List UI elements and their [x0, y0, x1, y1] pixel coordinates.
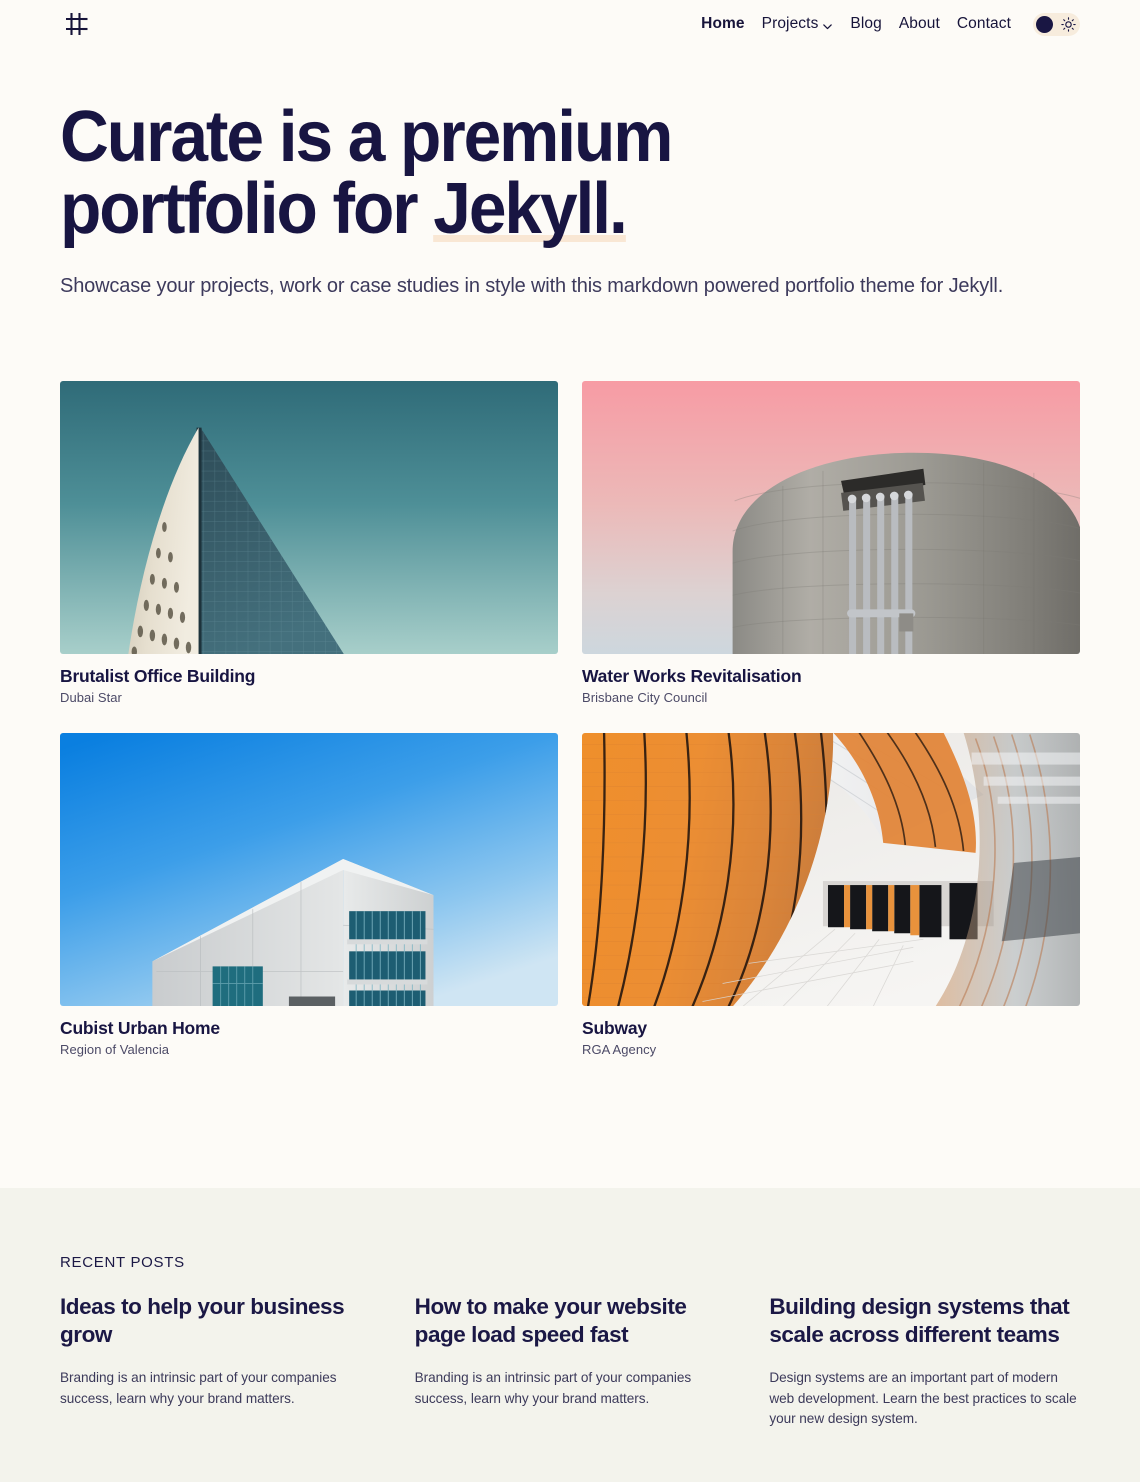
nav-item-home-label: Home: [701, 15, 745, 32]
post-card[interactable]: How to make your website page load speed…: [415, 1293, 726, 1430]
theme-toggle[interactable]: [1033, 12, 1080, 36]
project-thumbnail-cubist-urban-home[interactable]: [60, 733, 558, 1006]
project-card[interactable]: Brutalist Office Building Dubai Star: [60, 381, 558, 705]
recent-posts-label: RECENT POSTS: [60, 1254, 185, 1271]
nav-item-about-label: About: [898, 15, 940, 32]
project-card[interactable]: Subway RGA Agency: [582, 733, 1080, 1057]
nav-item-about[interactable]: About: [899, 15, 940, 33]
post-card[interactable]: Building design systems that scale acros…: [769, 1293, 1080, 1430]
project-thumbnail-subway[interactable]: [582, 733, 1080, 1006]
nav-item-blog[interactable]: Blog: [850, 15, 881, 33]
project-card[interactable]: Water Works Revitalisation Brisbane City…: [582, 381, 1080, 705]
nav-item-home[interactable]: Home: [701, 15, 744, 33]
project-title: Water Works Revitalisation: [582, 666, 802, 686]
post-title[interactable]: Ideas to help your business grow: [60, 1293, 371, 1349]
curate-logo-icon[interactable]: [60, 7, 94, 41]
project-client: Brisbane City Council: [582, 690, 708, 705]
site-header: Home Projects Blog About Contact: [0, 0, 1140, 48]
nav-item-contact[interactable]: Contact: [957, 15, 1011, 33]
project-thumbnail-brutalist-office-building[interactable]: [60, 381, 558, 654]
hero-title-highlight: Jekyll.: [433, 169, 628, 249]
hero-title-line2: portfolio for: [60, 169, 434, 249]
post-title[interactable]: Building design systems that scale acros…: [769, 1293, 1080, 1349]
nav-item-projects[interactable]: Projects: [762, 15, 834, 33]
sun-icon: [1061, 16, 1076, 32]
moon-circle-icon: [1036, 15, 1053, 33]
primary-nav: Home Projects Blog About Contact: [701, 12, 1080, 36]
page-root: Home Projects Blog About Contact Curate …: [0, 0, 1140, 1482]
project-title: Subway: [582, 1018, 647, 1038]
project-client: RGA Agency: [582, 1042, 657, 1057]
projects-grid: Brutalist Office Building Dubai Star Wat…: [0, 301, 1140, 1057]
hero-title-line1: Curate is a premium: [60, 97, 673, 177]
page-title: Curate is a premium portfolio for Jekyll…: [60, 101, 774, 245]
nav-item-blog-label: Blog: [850, 15, 882, 32]
nav-item-contact-label: Contact: [956, 15, 1011, 32]
post-title[interactable]: How to make your website page load speed…: [415, 1293, 726, 1349]
recent-posts-section: RECENT POSTS Ideas to help your business…: [0, 1188, 1140, 1482]
post-excerpt: Branding is an intrinsic part of your co…: [414, 1370, 692, 1406]
nav-item-projects-label: Projects: [761, 15, 819, 32]
project-title: Brutalist Office Building: [60, 666, 256, 686]
project-card[interactable]: Cubist Urban Home Region of Valencia: [60, 733, 558, 1057]
post-excerpt: Design systems are an important part of …: [769, 1370, 1077, 1426]
post-excerpt: Branding is an intrinsic part of your co…: [60, 1370, 337, 1406]
project-client: Region of Valencia: [60, 1042, 170, 1057]
chevron-down-icon: [822, 19, 833, 30]
project-thumbnail-water-works-revitalisation[interactable]: [582, 381, 1080, 654]
project-client: Dubai Star: [60, 690, 122, 705]
recent-posts-grid: Ideas to help your business grow Brandin…: [60, 1293, 1080, 1430]
hero-subtitle: Showcase your projects, work or case stu…: [60, 275, 1004, 297]
project-title: Cubist Urban Home: [60, 1018, 220, 1038]
hero-section: Curate is a premium portfolio for Jekyll…: [0, 48, 1140, 301]
post-card[interactable]: Ideas to help your business grow Brandin…: [60, 1293, 371, 1430]
